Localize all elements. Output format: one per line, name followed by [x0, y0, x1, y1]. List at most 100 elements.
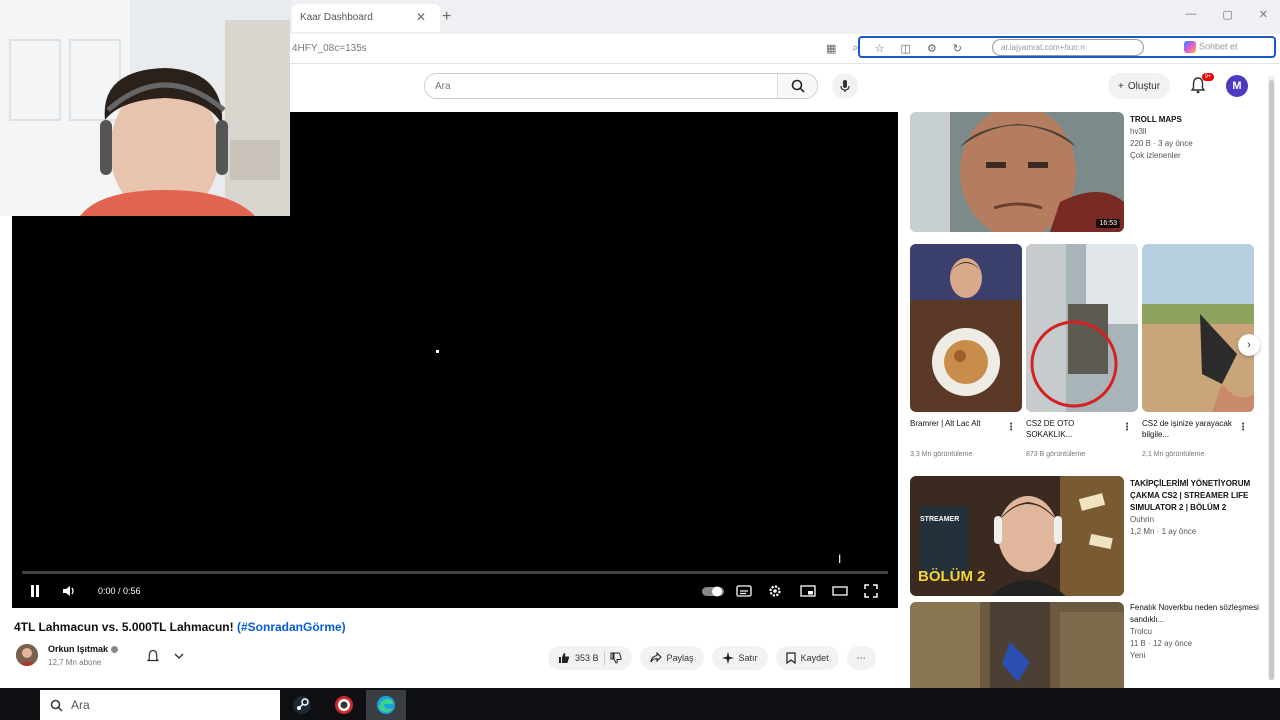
recommendation-stats: 220 B · 3 ay önce [1130, 139, 1193, 148]
recommendation-meta[interactable]: TAKİPÇİLERİMİ YÖNETİYORUM ÇAKMA CS2 | ST… [1130, 478, 1260, 538]
like-dislike-group: 353 B [548, 646, 632, 670]
recommendation-title: TAKİPÇİLERİMİ YÖNETİYORUM ÇAKMA CS2 | ST… [1130, 479, 1251, 512]
create-label: Oluştur [1127, 80, 1161, 92]
channel-avatar[interactable] [16, 644, 38, 666]
webcam-overlay [0, 0, 290, 216]
url-text[interactable]: 4HFY_08c=135s [292, 43, 367, 54]
save-label: Kaydet [800, 653, 829, 663]
maximize-button[interactable]: ▢ [1222, 8, 1232, 21]
new-tab-button[interactable]: + [442, 8, 451, 26]
text-cursor-icon: I [838, 552, 842, 566]
window-controls: — ▢ ✕ [1185, 8, 1268, 21]
short-more-icon[interactable]: ⋮ [1006, 422, 1016, 433]
theater-mode-icon[interactable] [832, 585, 848, 597]
settings-icon[interactable] [768, 584, 782, 598]
apps-icon[interactable]: ▦ [826, 42, 836, 55]
recommendation-title: TROLL MAPS [1130, 115, 1182, 124]
short-more-icon[interactable]: ⋮ [1122, 422, 1132, 433]
tab-close-icon[interactable]: ✕ [416, 10, 426, 24]
copilot-logo-icon [1184, 41, 1196, 53]
save-button[interactable]: Kaydet [775, 646, 839, 670]
time-display: 0:00 / 0:56 [98, 586, 141, 596]
short-thumbnail[interactable] [910, 244, 1022, 412]
account-avatar[interactable]: M [1226, 75, 1248, 97]
recommendation-meta[interactable]: Fenalık Noverkbu neden sözleşmesi sandık… [1130, 602, 1260, 662]
more-actions-button[interactable]: ⋯ [846, 646, 876, 670]
fullscreen-icon[interactable] [864, 584, 878, 598]
close-window-button[interactable]: ✕ [1259, 8, 1268, 21]
player-controls: 0:00 / 0:56 [12, 580, 898, 604]
chevron-down-icon[interactable] [174, 652, 184, 660]
recommendation-meta[interactable]: TROLL MAPS hv3ll 220 B · 3 ay önce Çok i… [1130, 114, 1260, 162]
short-more-icon[interactable]: ⋮ [1238, 422, 1248, 433]
short-thumbnail-image [1142, 244, 1254, 412]
page-scrollbar[interactable] [1268, 76, 1275, 680]
dislike-icon[interactable] [610, 652, 622, 664]
search-input[interactable] [425, 74, 777, 98]
scrollbar-thumb[interactable] [1269, 80, 1274, 680]
recommendation-thumbnail[interactable]: 16:53 [910, 112, 1124, 232]
video-title: 4TL Lahmacun vs. 5.000TL Lahmacun! (#Son… [14, 620, 346, 634]
subscribed-bell-icon[interactable] [146, 649, 160, 663]
video-duration: 16:53 [1096, 219, 1120, 228]
notification-badge: 9+ [1202, 73, 1214, 81]
pause-icon[interactable] [30, 585, 40, 597]
short-views: 873 B görüntüleme [1026, 451, 1086, 458]
thanks-label: Satır [738, 653, 758, 663]
channel-name-text: Orkun Işıtmak [48, 644, 109, 654]
taskbar-search-placeholder: Ara [71, 698, 90, 712]
autoplay-toggle-icon[interactable] [702, 586, 724, 597]
sparkle-icon [721, 652, 734, 664]
short-views: 2,1 Mn görüntüleme [1142, 451, 1205, 458]
plus-icon: + [1118, 80, 1124, 92]
voice-search-button[interactable] [832, 73, 858, 99]
recommendation-title: Fenalık Noverkbu neden sözleşmesi sandık… [1130, 603, 1259, 624]
channel-name[interactable]: Orkun Işıtmak [48, 644, 119, 654]
short-thumbnail[interactable] [1142, 244, 1254, 412]
search-button[interactable] [777, 74, 817, 98]
recommendation-channel: Trolcu [1130, 627, 1152, 636]
short-title[interactable]: CS2 de işinize yarayacak bilgile... [1142, 418, 1238, 442]
video-hashtag-link[interactable]: (#SonradanGörme) [237, 620, 346, 634]
like-icon[interactable] [558, 652, 570, 664]
browser-tab[interactable]: Kaar Dashboard ✕ [292, 4, 440, 32]
create-button[interactable]: + Oluştur [1108, 73, 1171, 99]
short-thumbnail-image [1026, 244, 1138, 412]
recommendation-thumbnail[interactable] [910, 602, 1124, 688]
short-title[interactable]: CS2 DE OTO SOKAKLIK... [1026, 418, 1122, 442]
shorts-next-button[interactable]: › [1238, 334, 1260, 356]
steam-icon [293, 696, 311, 714]
recommendation-thumbnail-image [910, 602, 1124, 688]
profile-url-pill[interactable]: ar.lajyamrat.com+hurr.n [992, 39, 1144, 56]
channel-avatar-image [16, 644, 38, 666]
share-button[interactable]: Paylaş [639, 646, 704, 670]
taskbar-app-edge[interactable] [366, 690, 406, 720]
recommendation-thumbnail-image [910, 112, 1124, 232]
recommendation-tag: Yeni [1130, 651, 1146, 660]
volume-icon[interactable] [62, 585, 76, 597]
short-title[interactable]: Bramrer | Alt Lac Alt [910, 418, 1006, 442]
miniplayer-icon[interactable] [800, 585, 816, 597]
divider [603, 651, 605, 665]
short-thumbnail[interactable] [1026, 244, 1138, 412]
copilot-button[interactable]: Sohbet et [1184, 41, 1238, 53]
copilot-label: Sohbet et [1199, 41, 1238, 52]
recommendation-stats: 11 B · 12 ay önce [1130, 639, 1193, 648]
recommendation-thumbnail[interactable]: STREAMER BÖLÜM 2 [910, 476, 1124, 596]
webcam-person-image [0, 0, 290, 216]
taskbar-search[interactable]: Ara [40, 690, 280, 720]
thumbnail-overlay-text: STREAMER [920, 516, 960, 523]
subtitles-icon[interactable] [736, 585, 752, 597]
like-count: 353 B [575, 653, 599, 663]
search-icon [791, 79, 805, 93]
windows-taskbar: Ara [0, 688, 1280, 720]
subscribe-group[interactable] [146, 645, 184, 667]
thanks-button[interactable]: Satır [711, 646, 768, 670]
search-icon [50, 699, 63, 712]
taskbar-app-recorder[interactable] [324, 690, 364, 720]
taskbar-app-steam[interactable] [282, 690, 322, 720]
verified-icon [111, 646, 119, 654]
video-actions: 353 B Paylaş Satır Kaydet ⋯ [548, 646, 876, 670]
progress-bar[interactable] [22, 571, 888, 574]
minimize-button[interactable]: — [1185, 8, 1196, 21]
